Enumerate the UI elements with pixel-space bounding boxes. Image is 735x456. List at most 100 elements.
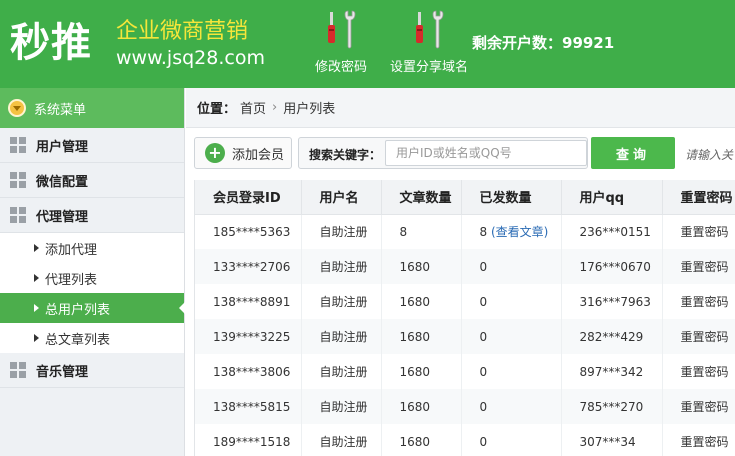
sidebar-group-label: 音乐管理: [36, 364, 89, 380]
sidebar-item-label: 代理列表: [45, 272, 98, 288]
sidebar-group-user-management[interactable]: 用户管理: [0, 128, 184, 163]
cell-member-id: 138****5815: [195, 389, 302, 424]
table-row: 133****2706 自助注册 1680 0 176***0670 重置密码: [195, 249, 735, 284]
cell-sent-count: 0: [461, 424, 562, 456]
breadcrumb: 位置： 首页 › 用户列表: [186, 88, 735, 128]
table-row: 138****3806 自助注册 1680 0 897***342 重置密码: [195, 354, 735, 389]
change-password-label: 修改密码: [314, 60, 367, 75]
cell-user-qq: 785***270: [561, 389, 663, 424]
sidebar-item-label: 添加代理: [45, 242, 98, 258]
breadcrumb-position-label: 位置：: [197, 102, 237, 117]
grid-icon: [10, 137, 26, 153]
cell-member-id: 189****1518: [195, 424, 302, 456]
screwdriver-wrench-icon: [416, 10, 444, 49]
reset-password-link[interactable]: 重置密码: [662, 284, 735, 319]
brand-slogan: 企业微商营销: [116, 19, 249, 44]
cell-member-id: 185****5363: [195, 214, 302, 249]
reset-password-link[interactable]: 重置密码: [662, 424, 735, 456]
cell-sent-count: 0: [461, 354, 562, 389]
cell-username: 自助注册: [301, 214, 382, 249]
sidebar-group-label: 用户管理: [36, 139, 89, 155]
column-header: 用户名: [301, 180, 382, 215]
cell-article-count: 1680: [381, 284, 462, 319]
triangle-right-icon: [34, 274, 39, 282]
toolbar: + 添加会员 搜索关键字： 查询 请输入关: [186, 128, 735, 180]
cell-article-count: 1680: [381, 389, 462, 424]
cell-member-id: 133****2706: [195, 249, 302, 284]
sidebar: 系统菜单 用户管理 微信配置 代理管理 添加代理 代理列表 总用户列表 总文章列…: [0, 88, 185, 456]
grid-icon: [10, 207, 26, 223]
cell-article-count: 1680: [381, 249, 462, 284]
reset-password-link[interactable]: 重置密码: [662, 319, 735, 354]
breadcrumb-home-link[interactable]: 首页: [240, 98, 266, 117]
sidebar-group-wechat-config[interactable]: 微信配置: [0, 163, 184, 198]
column-header: 用户qq: [561, 180, 663, 215]
user-table: 会员登录ID 用户名 文章数量 已发数量 用户qq 重置密码 185****53…: [195, 180, 735, 456]
sidebar-group-label: 代理管理: [36, 209, 89, 225]
cell-article-count: 8: [381, 214, 462, 249]
cell-user-qq: 282***429: [561, 319, 663, 354]
cell-sent-count: 0: [461, 319, 562, 354]
breadcrumb-separator-icon: ›: [272, 100, 278, 115]
sidebar-item-all-articles[interactable]: 总文章列表: [0, 323, 184, 353]
column-header: 重置密码: [662, 180, 735, 215]
main-content: 位置： 首页 › 用户列表 + 添加会员 搜索关键字： 查询 请输入关 会员登录…: [186, 88, 735, 456]
sidebar-header[interactable]: 系统菜单: [0, 88, 184, 128]
add-member-button[interactable]: + 添加会员: [194, 137, 292, 169]
cell-user-qq: 176***0670: [561, 249, 663, 284]
top-header: 秒推 企业微商营销 www.jsq28.com 修改密码 设置分享域名 剩余开户…: [0, 0, 735, 88]
table-row: 138****5815 自助注册 1680 0 785***270 重置密码: [195, 389, 735, 424]
reset-password-link[interactable]: 重置密码: [662, 214, 735, 249]
breadcrumb-current: 用户列表: [283, 102, 336, 117]
grid-icon: [10, 362, 26, 378]
triangle-right-icon: [34, 304, 39, 312]
grid-icon: [10, 172, 26, 188]
user-table-container: 会员登录ID 用户名 文章数量 已发数量 用户qq 重置密码 185****53…: [194, 180, 735, 456]
query-button[interactable]: 查询: [591, 137, 675, 169]
sidebar-item-all-users[interactable]: 总用户列表: [0, 293, 185, 323]
cell-username: 自助注册: [301, 354, 382, 389]
add-member-label: 添加会员: [232, 147, 285, 163]
cell-member-id: 139****3225: [195, 319, 302, 354]
cell-sent-count: 0: [461, 284, 562, 319]
sidebar-group-label: 微信配置: [36, 174, 89, 190]
cell-username: 自助注册: [301, 249, 382, 284]
cell-user-qq: 307***34: [561, 424, 663, 456]
reset-password-link[interactable]: 重置密码: [662, 389, 735, 424]
cell-article-count: 1680: [381, 319, 462, 354]
agent-submenu: 添加代理 代理列表 总用户列表 总文章列表: [0, 233, 185, 353]
cell-username: 自助注册: [301, 389, 382, 424]
site-url: www.jsq28.com: [116, 47, 265, 69]
search-hint: 请输入关: [685, 148, 734, 162]
search-label: 搜索关键字：: [309, 148, 382, 162]
cell-sent-count: 0: [461, 249, 562, 284]
cell-article-count: 1680: [381, 424, 462, 456]
sidebar-group-agent-management[interactable]: 代理管理: [0, 198, 184, 233]
table-header-row: 会员登录ID 用户名 文章数量 已发数量 用户qq 重置密码: [195, 180, 735, 215]
view-articles-link[interactable]: (查看文章): [491, 225, 548, 239]
triangle-right-icon: [34, 244, 39, 252]
table-row: 185****5363 自助注册 8 8 (查看文章) 236***0151 重…: [195, 214, 735, 249]
cell-user-qq: 316***7963: [561, 284, 663, 319]
table-row: 139****3225 自助注册 1680 0 282***429 重置密码: [195, 319, 735, 354]
cell-sent-count: 8 (查看文章): [461, 214, 562, 249]
cell-username: 自助注册: [301, 319, 382, 354]
sidebar-group-music-management[interactable]: 音乐管理: [0, 353, 184, 388]
plus-circle-icon: +: [205, 143, 225, 163]
sidebar-title: 系统菜单: [34, 102, 87, 118]
search-input[interactable]: [385, 140, 587, 166]
set-share-domain-label: 设置分享域名: [389, 60, 468, 75]
reset-password-link[interactable]: 重置密码: [662, 354, 735, 389]
column-header: 会员登录ID: [195, 180, 302, 215]
change-password-button[interactable]: 修改密码: [312, 10, 370, 75]
reset-password-link[interactable]: 重置密码: [662, 249, 735, 284]
remaining-accounts: 剩余开户数：99921: [472, 34, 615, 52]
cell-article-count: 1680: [381, 354, 462, 389]
sidebar-item-agent-list[interactable]: 代理列表: [0, 263, 184, 293]
cell-member-id: 138****8891: [195, 284, 302, 319]
sidebar-item-add-agent[interactable]: 添加代理: [0, 233, 184, 263]
set-share-domain-button[interactable]: 设置分享域名: [386, 10, 472, 75]
column-header: 文章数量: [381, 180, 462, 215]
cell-username: 自助注册: [301, 284, 382, 319]
column-header: 已发数量: [461, 180, 562, 215]
